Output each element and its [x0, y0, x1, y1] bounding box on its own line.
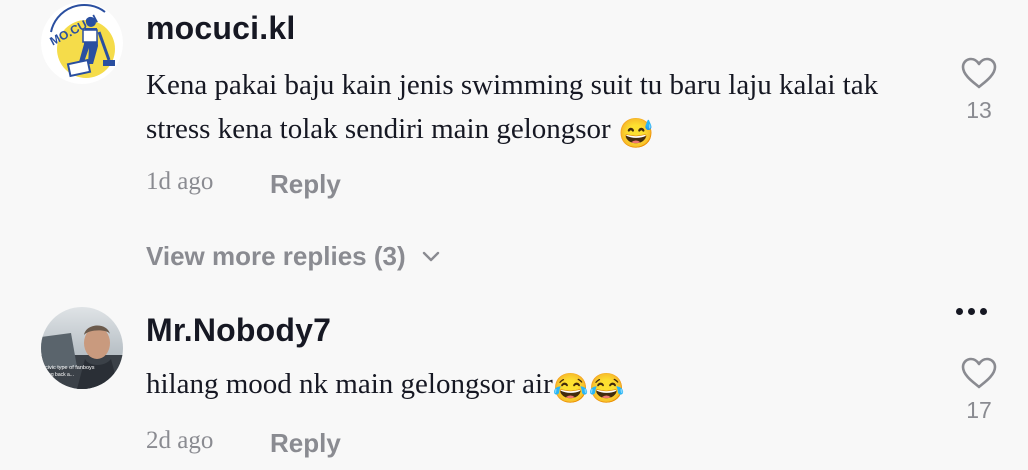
- sweat-smile-emoji: 😅: [617, 118, 655, 150]
- comment-text: hilang mood nk main gelongsor air😂😂: [146, 362, 926, 411]
- comment-text: Kena pakai baju kain jenis swimming suit…: [146, 63, 926, 156]
- comment-body: hilang mood nk main gelongsor air: [146, 368, 553, 400]
- timestamp: 2d ago: [146, 427, 214, 454]
- mocuci-logo: MO.CUCI: [41, 2, 123, 84]
- more-options-icon[interactable]: [956, 308, 987, 315]
- reply-button[interactable]: Reply: [270, 169, 341, 200]
- view-more-replies-button[interactable]: View more replies (3): [146, 241, 440, 272]
- heart-outline-icon[interactable]: [960, 356, 998, 395]
- reply-button[interactable]: Reply: [270, 428, 341, 459]
- username[interactable]: mocuci.kl: [146, 10, 295, 47]
- joy-emoji: 😂😂: [552, 373, 625, 405]
- comment-item: civic type of fanboys ing back a... Mr.N…: [0, 290, 1028, 470]
- avatar-caption: civic type of fanboys: [45, 365, 95, 371]
- like-count: 13: [966, 97, 992, 123]
- chevron-down-icon: [422, 251, 440, 263]
- like-button[interactable]: 17: [952, 356, 1006, 424]
- avatar-photo: civic type of fanboys ing back a...: [41, 307, 123, 389]
- avatar[interactable]: MO.CUCI: [41, 2, 123, 84]
- timestamp: 1d ago: [146, 168, 214, 195]
- dot: [980, 308, 987, 315]
- comment-item: MO.CUCI mocuci.kl Kena pakai baju kain j…: [0, 0, 1028, 290]
- like-button[interactable]: 13: [952, 56, 1006, 124]
- dot: [956, 308, 963, 315]
- svg-text:ing back a...: ing back a...: [47, 372, 74, 378]
- comment-body: Kena pakai baju kain jenis swimming suit…: [146, 69, 879, 145]
- username[interactable]: Mr.Nobody7: [146, 312, 331, 349]
- dot: [968, 308, 975, 315]
- view-more-replies-label: View more replies (3): [146, 241, 406, 271]
- like-count: 17: [966, 397, 992, 423]
- heart-outline-icon[interactable]: [960, 56, 998, 95]
- avatar[interactable]: civic type of fanboys ing back a...: [41, 307, 123, 389]
